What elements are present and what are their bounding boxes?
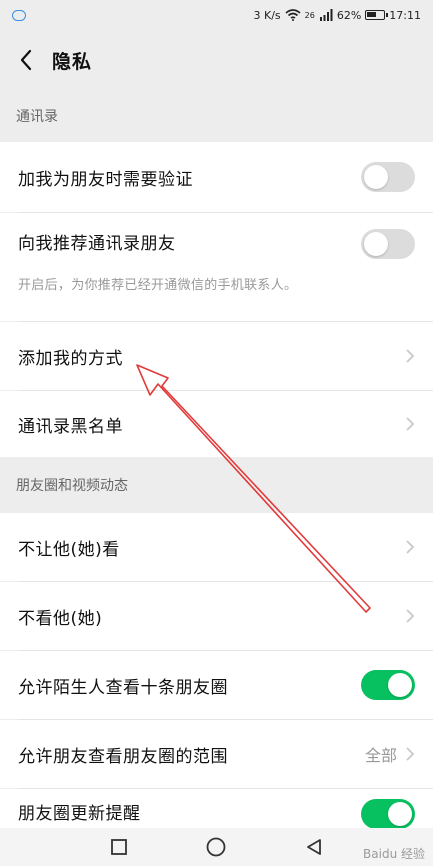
friends-range-value: 全部 xyxy=(364,746,397,765)
row-friends-range[interactable]: 允许朋友查看朋友圈的范围 全部 xyxy=(0,720,433,788)
home-circle-icon[interactable] xyxy=(204,835,228,859)
section-header-contacts: 通讯录 xyxy=(0,90,433,142)
chevron-right-icon xyxy=(406,417,415,431)
chevron-right-icon xyxy=(406,540,415,554)
row-verify-friend: 加我为朋友时需要验证 xyxy=(0,142,433,212)
row-recommend-contacts: 向我推荐通讯录朋友 xyxy=(0,213,433,321)
cell-signal-icon xyxy=(319,9,333,21)
nav-bar: 隐私 xyxy=(0,30,433,90)
row-add-methods[interactable]: 添加我的方式 xyxy=(0,322,433,390)
signal-label: 26 xyxy=(304,10,315,20)
row-label: 向我推荐通讯录朋友 xyxy=(18,234,176,254)
section-header-moments: 朋友圈和视频动态 xyxy=(0,457,433,513)
row-label: 朋友圈更新提醒 xyxy=(18,804,141,824)
recommend-contacts-toggle[interactable] xyxy=(361,229,415,259)
wifi-icon xyxy=(285,9,301,21)
strangers-ten-toggle[interactable] xyxy=(361,670,415,700)
page-title: 隐私 xyxy=(52,50,93,73)
row-label: 不看他(她) xyxy=(18,608,103,629)
back-arrow-icon[interactable] xyxy=(14,48,38,72)
notification-bubble-icon xyxy=(12,9,26,21)
clock: 17:11 xyxy=(389,8,421,22)
row-moments-update: 朋友圈更新提醒 xyxy=(0,789,433,828)
row-hide-from[interactable]: 不让他(她)看 xyxy=(0,513,433,581)
battery-percent: 62% xyxy=(336,8,362,22)
row-label: 添加我的方式 xyxy=(18,348,123,369)
battery-icon xyxy=(365,10,389,20)
row-label: 加我为朋友时需要验证 xyxy=(18,169,193,190)
chevron-right-icon xyxy=(406,747,415,761)
baidu-watermark: Baidu 经验 xyxy=(363,847,425,861)
chevron-right-icon xyxy=(406,609,415,623)
chevron-right-icon xyxy=(406,349,415,363)
row-label: 不让他(她)看 xyxy=(18,539,120,560)
recommend-contacts-note: 开启后，为你推荐已经开通微信的手机联系人。 xyxy=(18,278,298,293)
row-label: 通讯录黑名单 xyxy=(18,416,123,437)
back-triangle-icon[interactable] xyxy=(302,835,326,859)
status-bar: 3 K/s 26 62% 17:11 xyxy=(0,0,433,30)
row-blacklist[interactable]: 通讯录黑名单 xyxy=(0,391,433,457)
verify-friend-toggle[interactable] xyxy=(361,162,415,192)
recent-apps-square-icon[interactable] xyxy=(107,835,131,859)
moments-update-toggle[interactable] xyxy=(361,799,415,828)
row-strangers-ten: 允许陌生人查看十条朋友圈 xyxy=(0,651,433,719)
row-dont-see[interactable]: 不看他(她) xyxy=(0,582,433,650)
network-speed: 3 K/s xyxy=(253,8,281,22)
row-label: 允许朋友查看朋友圈的范围 xyxy=(18,746,228,767)
row-label: 允许陌生人查看十条朋友圈 xyxy=(18,677,228,698)
